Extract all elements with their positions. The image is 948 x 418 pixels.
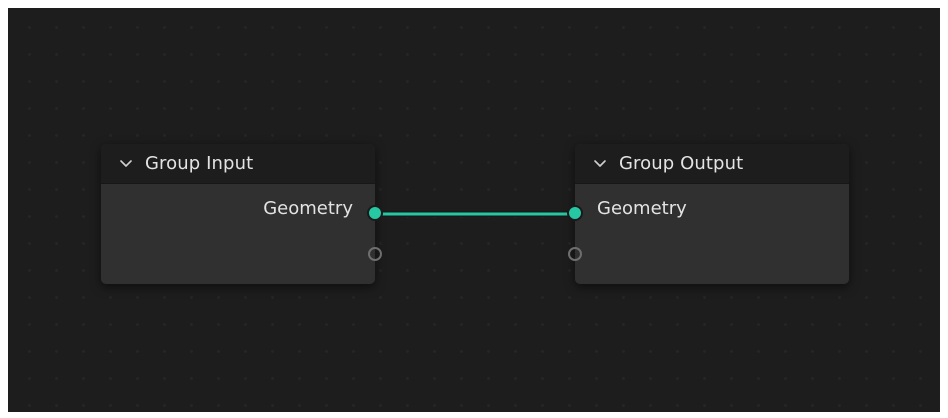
node-title: Group Output	[619, 153, 744, 174]
chevron-down-icon[interactable]	[119, 159, 133, 169]
empty-output-socket[interactable]	[368, 247, 382, 261]
geometry-output-socket[interactable]	[367, 205, 383, 221]
geometry-input-socket[interactable]	[567, 205, 583, 221]
group-output-node[interactable]: Group Output Geometry	[567, 144, 849, 284]
node-editor-canvas[interactable]: Group Input Geometry Group Output Geomet…	[8, 8, 940, 412]
node-header[interactable]: Group Input	[101, 144, 375, 184]
group-input-node[interactable]: Group Input Geometry	[101, 144, 383, 284]
node-header[interactable]: Group Output	[575, 144, 849, 184]
input-socket-label: Geometry	[597, 198, 687, 219]
empty-input-socket[interactable]	[568, 247, 582, 261]
node-title: Group Input	[145, 153, 254, 174]
output-socket-label: Geometry	[263, 198, 353, 219]
chevron-down-icon[interactable]	[593, 159, 607, 169]
